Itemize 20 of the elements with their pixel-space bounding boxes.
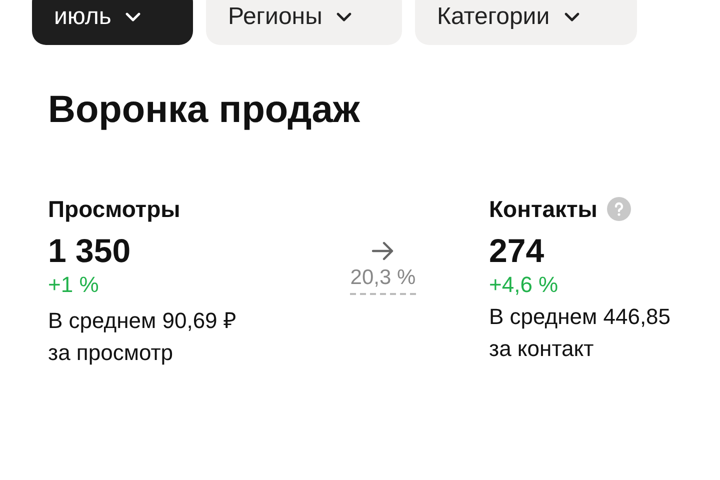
filter-dropdown[interactable]: Категории [415,0,637,45]
step-name: Контакты [489,196,598,222]
chevron-down-icon [564,12,580,22]
step-change: +1 % [48,272,100,298]
conversion-rate: 20,3 % [350,266,416,295]
filter-dropdown[interactable]: июль [32,0,193,45]
cost-unit: за контакт [489,336,595,362]
cost-unit: за просмотр [48,340,174,366]
page-title: Воронка продаж [48,89,361,132]
step-change: +4,6 % [489,272,560,298]
chevron-down-icon [125,12,142,22]
chevron-down-icon [336,12,352,22]
step-value: 274 [489,232,546,270]
help-icon[interactable] [607,197,632,221]
average-cost: В среднем 90,69 ₽ [48,307,238,334]
average-cost: В среднем 446,85 [489,304,671,330]
filter-dropdown[interactable]: Регионы [206,0,402,45]
arrow-right-icon [370,240,396,262]
step-value: 1 350 [48,232,132,270]
step-name: Просмотры [48,196,180,222]
